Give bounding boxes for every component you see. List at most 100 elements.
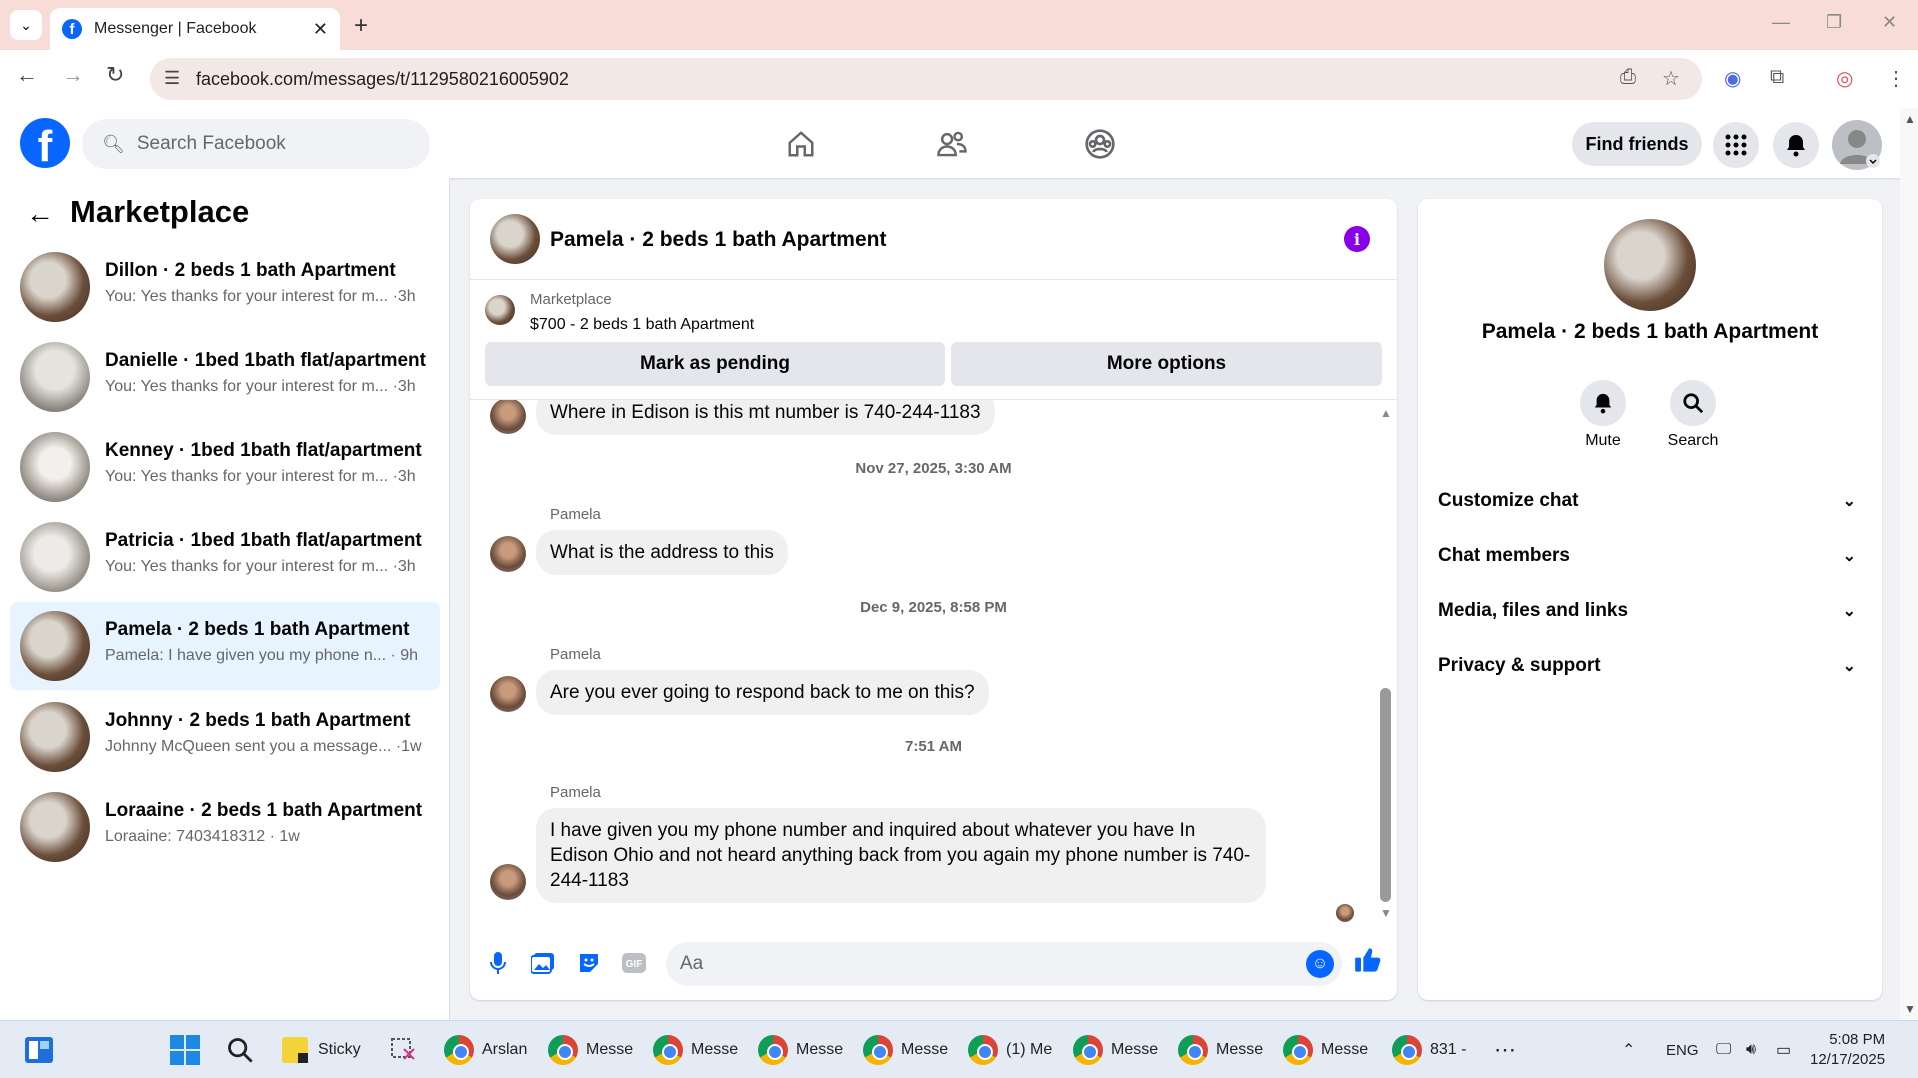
message-bubble[interactable]: Are you ever going to respond back to me…: [536, 670, 989, 715]
conversation-item[interactable]: Patricia · 1bed 1bath flat/apartment You…: [10, 513, 440, 601]
install-app-icon[interactable]: ⎙: [1620, 66, 1636, 89]
message-input[interactable]: Aa: [666, 942, 1342, 986]
facebook-logo-icon[interactable]: f: [20, 118, 70, 171]
minimize-icon[interactable]: —: [1772, 12, 1790, 33]
clock-time: 5:08 PM: [1829, 1031, 1886, 1048]
sender-name: Pamela: [550, 506, 601, 523]
message-scrollbar[interactable]: [1380, 688, 1391, 902]
reload-icon[interactable]: ↻: [106, 62, 124, 88]
more-options-button[interactable]: More options: [951, 342, 1382, 386]
scroll-up-arrow-icon[interactable]: ▲: [1380, 406, 1392, 420]
mute-bell-icon[interactable]: [1580, 380, 1626, 426]
back-icon[interactable]: ←: [16, 62, 38, 88]
customize-chat-row[interactable]: Customize chat ⌄: [1438, 490, 1862, 512]
page-scrollbar[interactable]: [1900, 108, 1918, 1020]
new-tab-icon[interactable]: +: [354, 12, 368, 40]
system-clock[interactable]: 5:08 PM 12/17/2025: [1810, 1030, 1885, 1070]
site-settings-icon[interactable]: ☰: [164, 68, 180, 89]
profile-avatar[interactable]: [1832, 120, 1882, 170]
conversation-item-active[interactable]: Pamela · 2 beds 1 bath Apartment Pamela:…: [10, 602, 440, 690]
sender-avatar[interactable]: [490, 864, 526, 900]
chat-avatar[interactable]: [490, 214, 540, 264]
mark-as-pending-button[interactable]: Mark as pending: [485, 342, 945, 386]
facebook-search-input[interactable]: 🔍︎ Search Facebook: [82, 119, 430, 169]
chat-title[interactable]: Pamela · 2 beds 1 bath Apartment: [550, 228, 886, 252]
extensions-puzzle-icon[interactable]: ⧉: [1770, 66, 1784, 89]
menu-grid-icon[interactable]: [1713, 122, 1759, 168]
taskbar-chrome-window[interactable]: 831 -: [1392, 1032, 1466, 1068]
snipping-tool-icon[interactable]: [388, 1032, 418, 1068]
volume-icon[interactable]: 🔊︎: [1746, 1032, 1756, 1068]
emoji-icon[interactable]: ☺: [1306, 950, 1334, 978]
search-conversation-icon[interactable]: [1670, 380, 1716, 426]
page-scroll-down-icon[interactable]: ▼: [1904, 1002, 1916, 1016]
sender-avatar[interactable]: [490, 536, 526, 572]
page-scroll-up-icon[interactable]: ▲: [1904, 112, 1916, 126]
gif-icon[interactable]: GIF: [619, 948, 649, 978]
like-thumbs-up-icon[interactable]: [1354, 946, 1382, 981]
home-icon[interactable]: [781, 126, 821, 162]
taskbar-label: Messe: [796, 1041, 844, 1058]
taskbar-chrome-window[interactable]: Messe: [548, 1032, 633, 1068]
profile-icon[interactable]: ◎: [1836, 66, 1853, 91]
battery-icon[interactable]: ▭: [1776, 1032, 1791, 1068]
media-files-links-row[interactable]: Media, files and links ⌄: [1438, 600, 1862, 622]
message-bubble[interactable]: I have given you my phone number and inq…: [536, 808, 1266, 903]
restore-icon[interactable]: ❐: [1826, 12, 1842, 33]
more-taskbar-items-icon[interactable]: ⋯: [1494, 1032, 1516, 1068]
row-label: Media, files and links: [1438, 600, 1629, 621]
show-hidden-icons-chevron-icon[interactable]: ⌃: [1622, 1032, 1635, 1068]
browser-tab[interactable]: f Messenger | Facebook ✕: [50, 8, 340, 50]
find-friends-button[interactable]: Find friends: [1572, 122, 1702, 166]
extension-icon[interactable]: ◉: [1724, 66, 1741, 91]
photo-icon[interactable]: [528, 948, 558, 978]
scroll-down-arrow-icon[interactable]: ▼: [1380, 906, 1392, 920]
taskbar-chrome-window[interactable]: (1) Me: [968, 1032, 1052, 1068]
message-bubble[interactable]: Where in Edison is this mt number is 740…: [536, 400, 995, 435]
forward-icon[interactable]: →: [62, 62, 84, 88]
language-indicator[interactable]: ENG: [1666, 1032, 1699, 1068]
taskbar-chrome-window[interactable]: Arslan: [444, 1032, 527, 1068]
conversation-item[interactable]: Johnny · 2 beds 1 bath Apartment Johnny …: [10, 693, 440, 781]
close-tab-icon[interactable]: ✕: [313, 19, 328, 40]
privacy-support-row[interactable]: Privacy & support ⌄: [1438, 655, 1862, 677]
widgets-icon[interactable]: [24, 1032, 54, 1068]
network-icon[interactable]: 🖵: [1716, 1032, 1731, 1068]
friends-icon[interactable]: [932, 126, 972, 162]
sender-avatar[interactable]: [490, 676, 526, 712]
taskbar-search-icon[interactable]: [226, 1032, 254, 1068]
taskbar-chrome-window[interactable]: Messe: [1178, 1032, 1263, 1068]
search-placeholder: Search Facebook: [136, 133, 286, 154]
chrome-icon: [968, 1035, 998, 1065]
facebook-favicon-icon: f: [62, 19, 82, 39]
sticker-icon[interactable]: [574, 948, 604, 978]
sender-avatar[interactable]: [490, 400, 526, 434]
listing-thumbnail: [20, 702, 90, 772]
taskbar-chrome-window[interactable]: Messe: [653, 1032, 738, 1068]
taskbar-chrome-window[interactable]: Messe: [1283, 1032, 1368, 1068]
listing-thumbnail[interactable]: [485, 295, 515, 325]
conversation-item[interactable]: Danielle · 1bed 1bath flat/apartment You…: [10, 333, 440, 421]
conversation-item[interactable]: Kenney · 1bed 1bath flat/apartment You: …: [10, 423, 440, 511]
listing-title[interactable]: $700 - 2 beds 1 bath Apartment: [530, 316, 754, 334]
tab-search-button[interactable]: ⌄: [10, 10, 42, 40]
microphone-icon[interactable]: [483, 948, 513, 978]
taskbar-chrome-window[interactable]: Messe: [758, 1032, 843, 1068]
address-bar[interactable]: ☰ facebook.com/messages/t/11295802160059…: [150, 58, 1702, 100]
taskbar-chrome-window[interactable]: Messe: [863, 1032, 948, 1068]
conversation-item[interactable]: Dillon · 2 beds 1 bath Apartment You: Ye…: [10, 243, 440, 331]
conversation-item[interactable]: Loraaine · 2 beds 1 bath Apartment Loraa…: [10, 783, 440, 871]
notifications-bell-icon[interactable]: [1773, 122, 1819, 168]
taskbar-sticky-notes[interactable]: Sticky: [282, 1032, 361, 1068]
taskbar-chrome-window[interactable]: Messe: [1073, 1032, 1158, 1068]
bookmark-star-icon[interactable]: ☆: [1662, 66, 1680, 91]
chat-members-row[interactable]: Chat members ⌄: [1438, 545, 1862, 567]
conversation-avatar[interactable]: [1604, 219, 1696, 311]
back-arrow-icon[interactable]: ←: [26, 198, 54, 230]
browser-menu-icon[interactable]: ⋮: [1886, 66, 1906, 91]
windows-start-icon[interactable]: [170, 1032, 200, 1068]
close-window-icon[interactable]: ✕: [1882, 12, 1897, 33]
message-bubble[interactable]: What is the address to this: [536, 530, 788, 575]
info-icon[interactable]: i: [1344, 226, 1370, 252]
groups-icon[interactable]: [1080, 126, 1120, 162]
